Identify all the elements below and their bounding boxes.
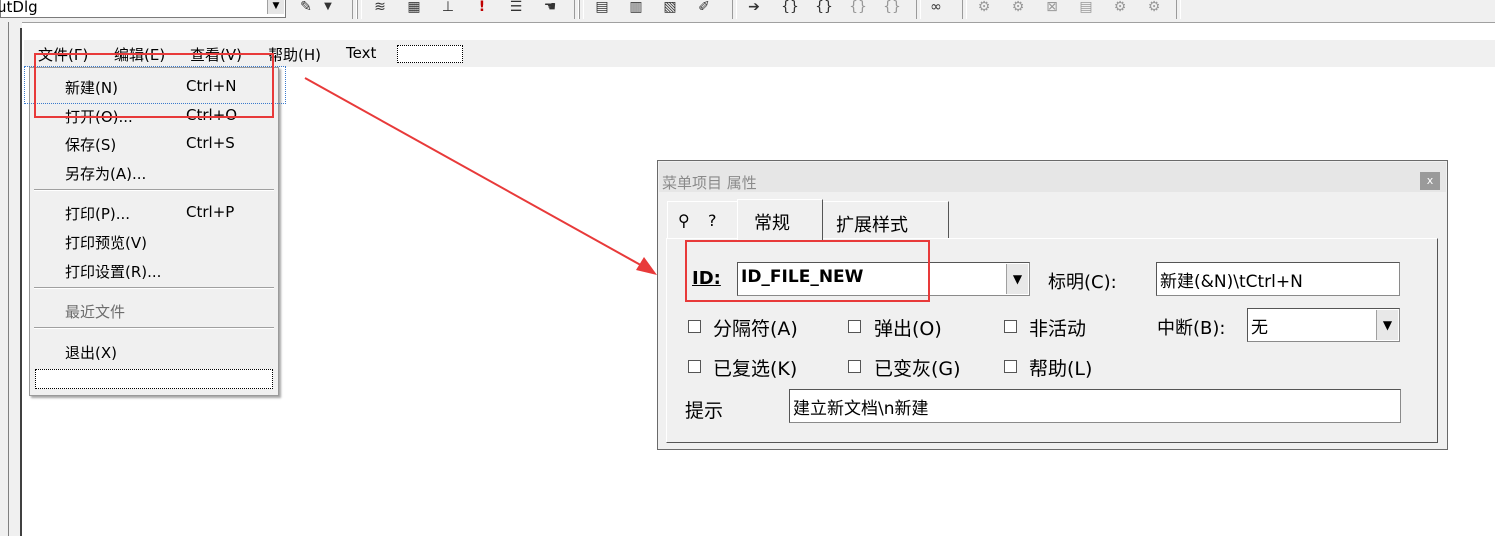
toolbar-separator <box>732 0 737 19</box>
list-icon[interactable]: ▧ <box>660 0 680 17</box>
menu-separator <box>34 327 274 329</box>
break-value: 无 <box>1251 318 1268 338</box>
tool6-icon[interactable]: ⚙ <box>1144 0 1164 17</box>
tab-general[interactable]: 常规 <box>737 199 823 240</box>
exclamation-icon[interactable]: ! <box>472 0 492 17</box>
pin-help-tab[interactable]: ⚲ ? <box>667 201 739 238</box>
caption-label: 标明(C): <box>1048 272 1117 293</box>
prompt-label: 提示 <box>685 400 724 422</box>
pin-icon[interactable]: ⚲ <box>678 211 690 230</box>
frame-line <box>20 28 22 536</box>
menu-item-print[interactable]: 打印(P)... <box>65 203 130 224</box>
chevron-down-icon[interactable]: ▼ <box>1006 264 1028 294</box>
arrow-right-icon[interactable]: ➔ <box>744 0 764 17</box>
menu-text[interactable]: Text <box>346 44 376 62</box>
checked-checkbox-label: 已复选(K) <box>713 358 798 380</box>
toolbar-separator <box>1176 0 1181 19</box>
editor-left-frame <box>0 22 22 536</box>
toolbar-separator <box>579 0 584 19</box>
menu-item-properties-dialog: 菜单项目 属性 x ⚲ ? 常规 扩展样式 ID: ID_FILE_NEW ▼ … <box>657 160 1448 450</box>
menu-separator <box>34 189 274 191</box>
close-icon[interactable]: x <box>1420 172 1440 190</box>
menu-item-save-as[interactable]: 另存为(A)... <box>65 163 146 184</box>
chevron-down-icon[interactable]: ▼ <box>1376 310 1398 340</box>
grayed-checkbox-label: 已变灰(G) <box>874 358 961 380</box>
menu-item-save[interactable]: 保存(S) <box>65 134 116 155</box>
align-icon[interactable]: ⊥ <box>438 0 458 17</box>
help-checkbox-label: 帮助(L) <box>1029 358 1093 380</box>
toolbar-separator <box>962 0 967 19</box>
inactive-checkbox[interactable] <box>1004 320 1017 333</box>
new-item-placeholder[interactable] <box>35 369 273 389</box>
tab-order-icon[interactable]: ☰ <box>506 0 526 17</box>
menu-item-recent-files: 最近文件 <box>65 303 126 321</box>
note-icon[interactable]: ✐ <box>694 0 714 17</box>
menu-item-print-setup[interactable]: 打印设置(R)... <box>65 261 161 282</box>
tab-general-label: 常规 <box>754 213 790 234</box>
hand-icon[interactable]: ☚ <box>540 0 560 17</box>
layout-icon[interactable]: ≋ <box>370 0 390 17</box>
edit-icon[interactable]: ▥ <box>626 0 646 17</box>
caption-input[interactable]: 新建(&N)\tCtrl+N <box>1156 262 1400 296</box>
brace3-icon[interactable]: {} <box>848 0 868 17</box>
highlight-box-id <box>685 240 930 302</box>
popup-checkbox[interactable] <box>848 320 861 333</box>
toolbar-separator <box>916 0 921 19</box>
toolbar-separator <box>357 0 362 19</box>
prompt-value: 建立新文档\n新建 <box>793 399 929 419</box>
checked-checkbox[interactable] <box>688 360 701 373</box>
shortcut-print: Ctrl+P <box>186 203 235 221</box>
caption-value: 新建(&N)\tCtrl+N <box>1160 272 1303 292</box>
wizard-icon[interactable]: ✎ <box>296 0 316 17</box>
class-icon[interactable]: ▤ <box>592 0 612 17</box>
tool2-icon[interactable]: ⚙ <box>1008 0 1028 17</box>
menu-help[interactable]: 帮助(H) <box>268 44 321 65</box>
frame-line <box>8 22 9 536</box>
toolbar: utDlg ▼ ✎ ▼ ≋ ▦ ⊥ ! ☰ ☚ ▤ ▥ ▧ ✐ ➔ {} {} … <box>0 0 1495 23</box>
dialog-titlebar[interactable]: 菜单项目 属性 x <box>659 162 1446 192</box>
new-menu-item-placeholder[interactable] <box>397 45 463 63</box>
popup-checkbox-label: 弹出(O) <box>874 318 942 340</box>
binoculars-icon[interactable]: ∞ <box>926 0 946 17</box>
prompt-input[interactable]: 建立新文档\n新建 <box>789 389 1401 423</box>
break-select[interactable]: 无 ▼ <box>1247 308 1400 342</box>
brace2-icon[interactable]: {} <box>814 0 834 17</box>
chevron-down-icon[interactable]: ▼ <box>318 0 338 17</box>
inactive-checkbox-label: 非活动 <box>1029 318 1087 340</box>
dialog-title: 菜单项目 属性 <box>662 174 757 192</box>
shortcut-save: Ctrl+S <box>186 134 235 152</box>
combo-value: utDlg <box>0 0 38 16</box>
tool4-icon[interactable]: ▤ <box>1076 0 1096 17</box>
tool3-icon[interactable]: ⊠ <box>1042 0 1062 17</box>
menu-item-print-preview[interactable]: 打印预览(V) <box>65 232 147 253</box>
tab-extended-label: 扩展样式 <box>836 215 908 236</box>
bring-icon[interactable]: ▦ <box>404 0 424 17</box>
brace1-icon[interactable]: {} <box>780 0 800 17</box>
menu-separator <box>34 287 274 289</box>
help-checkbox[interactable] <box>1004 360 1017 373</box>
tool1-icon[interactable]: ⚙ <box>974 0 994 17</box>
break-label: 中断(B): <box>1157 318 1226 339</box>
highlight-box-new-item <box>34 53 274 118</box>
grayed-checkbox[interactable] <box>848 360 861 373</box>
separator-checkbox-label: 分隔符(A) <box>713 318 798 340</box>
separator-checkbox[interactable] <box>688 320 701 333</box>
tab-extended-styles[interactable]: 扩展样式 <box>821 201 949 238</box>
brace4-icon[interactable]: {} <box>882 0 902 17</box>
menu-item-exit[interactable]: 退出(X) <box>65 342 117 363</box>
dialog-id-combo[interactable]: utDlg ▼ <box>0 0 286 18</box>
help-question-icon[interactable]: ? <box>708 211 717 230</box>
chevron-down-icon[interactable]: ▼ <box>267 0 284 14</box>
tool5-icon[interactable]: ⚙ <box>1110 0 1130 17</box>
